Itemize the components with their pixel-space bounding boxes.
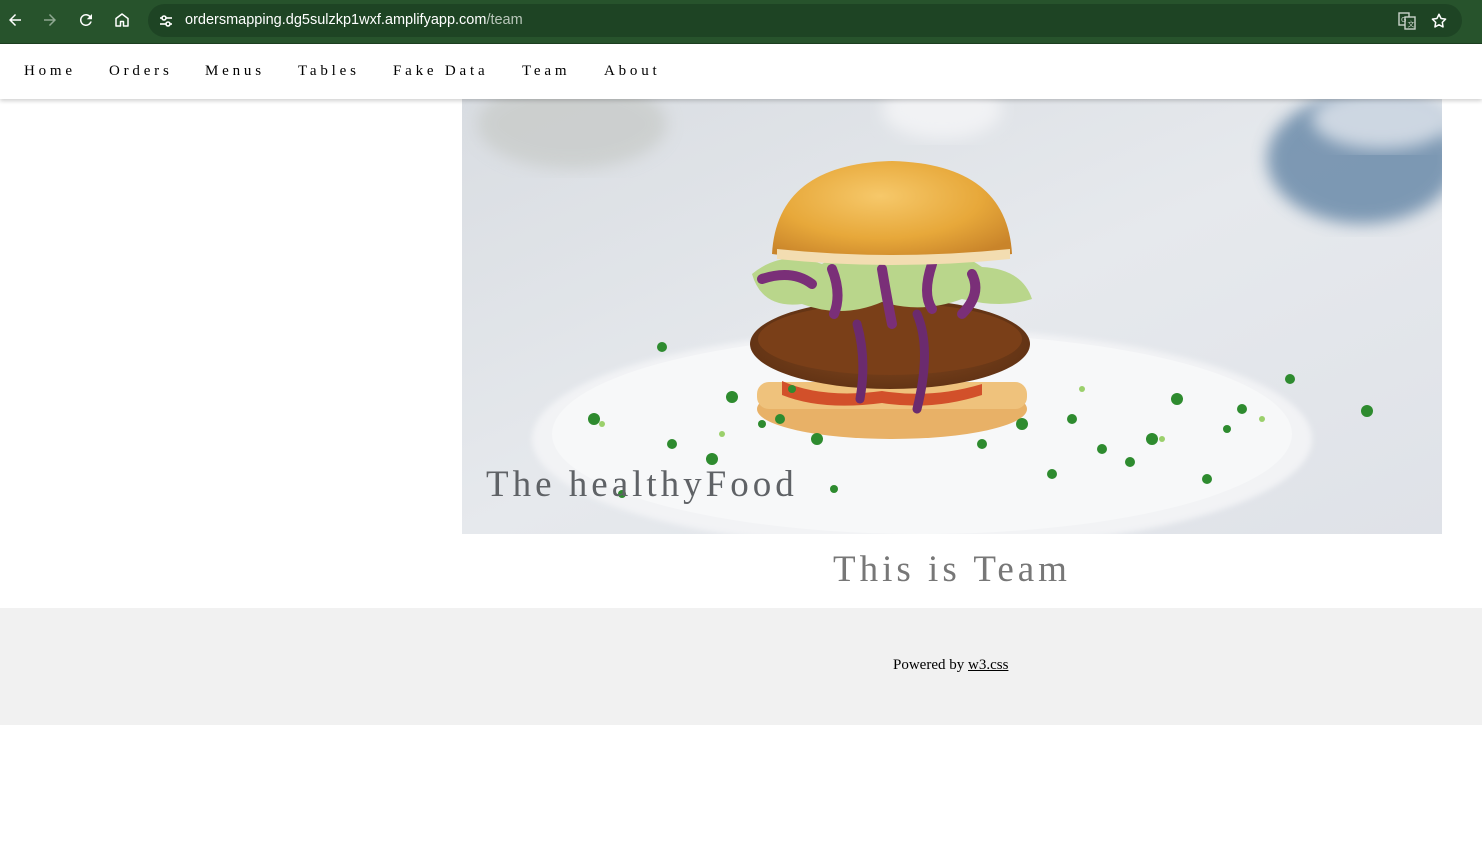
page-title: This is Team bbox=[833, 549, 1071, 590]
site-info-button[interactable] bbox=[156, 11, 176, 31]
footer-text: Powered by w3.css bbox=[893, 657, 1008, 674]
address-bar[interactable]: ordersmapping.dg5sulzkp1wxf.amplifyapp.c… bbox=[148, 4, 1462, 37]
site-navbar: Home Orders Menus Tables Fake Data Team … bbox=[0, 44, 1482, 99]
svg-text:G: G bbox=[1401, 16, 1406, 24]
nav-fake-data[interactable]: Fake Data bbox=[377, 44, 504, 99]
home-button[interactable] bbox=[110, 8, 134, 32]
translate-button[interactable]: G 文 bbox=[1396, 10, 1418, 32]
back-icon bbox=[9, 14, 21, 26]
url-text[interactable]: ordersmapping.dg5sulzkp1wxf.amplifyapp.c… bbox=[185, 11, 523, 30]
nav-about[interactable]: About bbox=[588, 44, 677, 99]
forward-icon bbox=[44, 14, 56, 26]
forward-button[interactable] bbox=[38, 8, 62, 32]
back-button[interactable] bbox=[3, 8, 27, 32]
translate-icon: G 文 bbox=[1398, 12, 1416, 30]
site-info-icon bbox=[160, 15, 172, 27]
nav-team[interactable]: Team bbox=[506, 44, 586, 99]
nav-menus[interactable]: Menus bbox=[189, 44, 281, 99]
url-host: ordersmapping.dg5sulzkp1wxf.amplifyapp.c… bbox=[185, 12, 487, 28]
footer: Powered by w3.css bbox=[0, 608, 1482, 725]
home-icon bbox=[115, 13, 129, 27]
reload-icon bbox=[79, 13, 92, 26]
w3css-link[interactable]: w3.css bbox=[968, 657, 1008, 673]
nav-orders[interactable]: Orders bbox=[93, 44, 189, 99]
nav-home[interactable]: Home bbox=[8, 44, 92, 99]
browser-toolbar: ordersmapping.dg5sulzkp1wxf.amplifyapp.c… bbox=[0, 0, 1482, 44]
bookmark-button[interactable] bbox=[1428, 10, 1450, 32]
powered-by-label: Powered by bbox=[893, 657, 965, 673]
reload-button[interactable] bbox=[74, 8, 98, 32]
nav-tables[interactable]: Tables bbox=[282, 44, 376, 99]
hero-image: The healthyFood bbox=[462, 99, 1442, 534]
url-path: /team bbox=[486, 12, 523, 28]
bookmark-star-icon bbox=[1431, 13, 1447, 28]
svg-text:文: 文 bbox=[1408, 20, 1415, 29]
hero-caption: The healthyFood bbox=[486, 464, 798, 505]
